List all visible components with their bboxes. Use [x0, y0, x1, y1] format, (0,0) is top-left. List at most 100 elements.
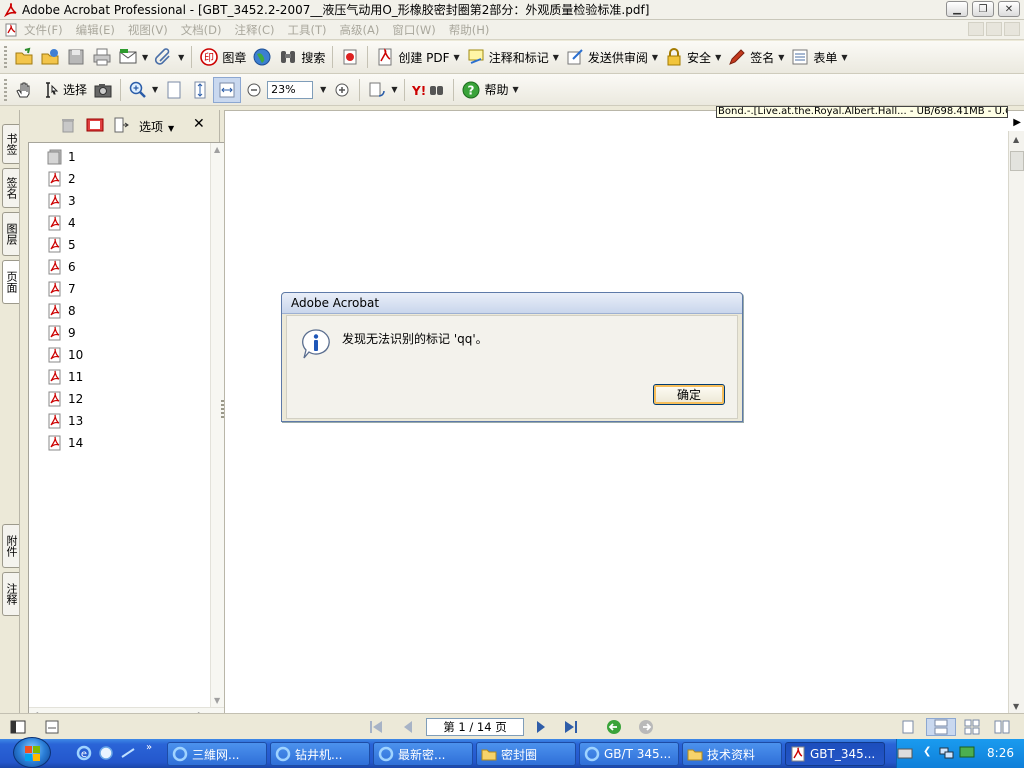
- toolbar-grip[interactable]: [4, 78, 7, 101]
- save-button[interactable]: [63, 44, 89, 70]
- menu-comments[interactable]: 注释(C): [235, 22, 275, 38]
- menu-advanced[interactable]: 高级(A): [340, 22, 380, 38]
- ok-button[interactable]: 确定: [653, 384, 725, 405]
- sign-dropdown-icon[interactable]: ▼: [778, 53, 784, 62]
- previous-page-icon[interactable]: [400, 719, 416, 735]
- document-menu-icon[interactable]: [4, 23, 18, 37]
- list-item[interactable]: 1: [47, 146, 76, 168]
- attach-button[interactable]: ▼: [151, 44, 187, 70]
- menu-view[interactable]: 视图(V): [128, 22, 168, 38]
- last-page-icon[interactable]: [563, 719, 579, 735]
- forms-dropdown-icon[interactable]: ▼: [841, 53, 847, 62]
- open-button[interactable]: [11, 44, 37, 70]
- tab-bookmarks[interactable]: 书签: [2, 124, 19, 164]
- forms-button[interactable]: 表单 ▼: [787, 44, 850, 70]
- comment-markup-dropdown-icon[interactable]: ▼: [553, 53, 559, 62]
- close-window-button[interactable]: ✕: [998, 1, 1020, 17]
- options-menu[interactable]: 选项 ▼: [139, 118, 174, 135]
- page-number-input[interactable]: 第 1 / 14 页: [426, 718, 524, 736]
- panel-vertical-scrollbar[interactable]: ▲ ▼: [210, 143, 224, 721]
- document-info-icon[interactable]: [44, 719, 60, 735]
- insert-pages-icon[interactable]: [113, 117, 129, 136]
- close-panel-icon[interactable]: ✕: [193, 116, 205, 132]
- menu-tools[interactable]: 工具(T): [288, 22, 327, 38]
- taskbar-item[interactable]: 技术资料: [682, 742, 782, 766]
- list-item[interactable]: 2: [47, 168, 76, 190]
- ie-quicklaunch-icon[interactable]: e: [76, 745, 92, 761]
- menu-document[interactable]: 文档(D): [181, 22, 222, 38]
- toolbar-grip[interactable]: [4, 46, 7, 68]
- scroll-down-icon[interactable]: ▼: [1013, 702, 1019, 711]
- taskbar-item[interactable]: GB/T 345...: [579, 742, 679, 766]
- doc-minimize-button[interactable]: [968, 22, 984, 36]
- comment-markup-button[interactable]: 注释和标记 ▼: [463, 44, 562, 70]
- continuous-facing-icon[interactable]: [994, 719, 1010, 735]
- stamp-button[interactable]: 印 图章: [196, 44, 249, 70]
- scroll-up-icon[interactable]: ▲: [214, 145, 220, 154]
- start-button[interactable]: [13, 737, 51, 768]
- facing-pages-icon[interactable]: [964, 719, 980, 735]
- tab-signatures[interactable]: 签名: [2, 168, 19, 208]
- list-item[interactable]: 13: [47, 410, 83, 432]
- taskbar-item-active[interactable]: GBT_345...: [785, 742, 885, 766]
- restore-button[interactable]: ❐: [972, 1, 994, 17]
- zoom-dropdown-button[interactable]: ▼: [313, 77, 329, 103]
- minimize-button[interactable]: ▁: [946, 1, 968, 17]
- list-item[interactable]: 11: [47, 366, 83, 388]
- next-view-icon[interactable]: [638, 719, 654, 735]
- list-item[interactable]: 4: [47, 212, 76, 234]
- menu-window[interactable]: 窗口(W): [392, 22, 435, 38]
- page-thumbnail-list[interactable]: 1 2 3 4 5 6 7 8 9 10 11 12 13 14 ▲ ▼ ◀ ▶: [28, 142, 225, 722]
- scroll-up-icon[interactable]: ▲: [1013, 135, 1019, 144]
- fit-page-button[interactable]: [187, 77, 213, 103]
- email-button[interactable]: ▼: [115, 44, 151, 70]
- rotate-view-button[interactable]: ▼: [364, 77, 400, 103]
- quicklaunch-more-icon[interactable]: »: [146, 742, 162, 758]
- snapshot-button[interactable]: [90, 77, 116, 103]
- window-titlebar[interactable]: Adobe Acrobat Professional - [GBT_3452.2…: [0, 0, 1024, 20]
- monitor-icon[interactable]: [959, 746, 975, 763]
- tab-layers[interactable]: 图层: [2, 212, 19, 256]
- list-item[interactable]: 8: [47, 300, 76, 322]
- trash-icon[interactable]: [61, 117, 75, 136]
- help-dropdown-icon[interactable]: ▼: [513, 85, 519, 94]
- keyboard-icon[interactable]: [897, 746, 913, 763]
- taskbar-item[interactable]: 密封圈: [476, 742, 576, 766]
- taskbar-item[interactable]: 三維网...: [167, 742, 267, 766]
- taskbar-item[interactable]: 钻井机...: [270, 742, 370, 766]
- doc-close-button[interactable]: [1004, 22, 1020, 36]
- continuous-page-icon[interactable]: [926, 718, 956, 736]
- next-page-icon[interactable]: [533, 719, 549, 735]
- actual-size-button[interactable]: [161, 77, 187, 103]
- panel-toggle-icon[interactable]: [10, 719, 26, 735]
- create-pdf-button[interactable]: 创建 PDF ▼: [372, 44, 462, 70]
- create-pdf-dropdown-icon[interactable]: ▼: [454, 53, 460, 62]
- email-dropdown-icon[interactable]: ▼: [142, 53, 148, 62]
- list-item[interactable]: 6: [47, 256, 76, 278]
- print-button[interactable]: [89, 44, 115, 70]
- ie-quicklaunch-icon[interactable]: [98, 745, 114, 761]
- menu-edit[interactable]: 编辑(E): [76, 22, 115, 38]
- send-for-review-dropdown-icon[interactable]: ▼: [652, 53, 658, 62]
- tray-expand-icon[interactable]: ❮: [923, 746, 931, 757]
- clock[interactable]: 8:26: [987, 746, 1014, 760]
- page-properties-icon[interactable]: [86, 117, 104, 136]
- menu-help[interactable]: 帮助(H): [449, 22, 490, 38]
- scroll-thumb[interactable]: [1010, 151, 1024, 171]
- organizer-button[interactable]: [37, 44, 63, 70]
- list-item[interactable]: 10: [47, 344, 83, 366]
- zoom-tool-dropdown-icon[interactable]: ▼: [152, 85, 158, 94]
- tab-pages[interactable]: 页面: [2, 260, 19, 304]
- tab-attachments[interactable]: 附件: [2, 524, 19, 568]
- fit-width-button[interactable]: [213, 76, 242, 103]
- doc-restore-button[interactable]: [986, 22, 1002, 36]
- scroll-down-icon[interactable]: ▼: [214, 696, 220, 705]
- tab-comments[interactable]: 注释: [2, 572, 19, 616]
- dialog-title[interactable]: Adobe Acrobat: [282, 293, 742, 314]
- list-item[interactable]: 14: [47, 432, 83, 454]
- list-item[interactable]: 7: [47, 278, 76, 300]
- list-item[interactable]: 5: [47, 234, 76, 256]
- first-page-icon[interactable]: [368, 719, 384, 735]
- select-tool-button[interactable]: 选择: [37, 77, 90, 103]
- security-dropdown-icon[interactable]: ▼: [715, 53, 721, 62]
